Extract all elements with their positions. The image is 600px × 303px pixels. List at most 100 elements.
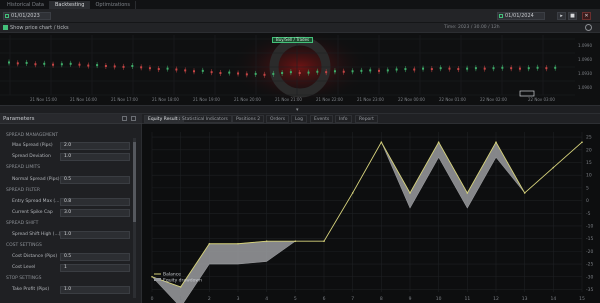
close-button[interactable]: ✕ <box>582 12 591 20</box>
price-chart[interactable]: Buy/Sell / Trades 1.0990 1.0960 1.0930 1… <box>0 29 600 105</box>
price-y-tick: 1.0900 <box>578 85 592 90</box>
price-candle <box>510 67 513 70</box>
y-tick-label: 25 <box>586 135 592 141</box>
price-candle <box>466 67 469 70</box>
y-tick-label: 15 <box>586 160 592 166</box>
tab-historical-data[interactable]: Historical Data <box>2 1 50 9</box>
parameters-panel: Parameters Spread Management Max Spread … <box>0 114 142 303</box>
x-tick-label: 7 <box>351 296 354 302</box>
balance-point <box>552 166 555 169</box>
balance-point <box>208 242 211 245</box>
equity-chart[interactable]: 0 1 2 3 4 5 6 7 8 9 10 11 12 13 14 152520151050-5-10-15… <box>142 124 600 303</box>
price-candle <box>554 66 557 69</box>
balance-point <box>179 286 182 288</box>
panel-splitter[interactable]: ▾ <box>0 105 600 114</box>
param-input[interactable]: 1 <box>60 264 130 272</box>
start-date-value: 01/01/2023 <box>11 13 40 19</box>
x-tick-label: 14 <box>550 296 556 302</box>
end-date-field[interactable]: 01/01/2024 <box>497 12 545 20</box>
price-candle <box>281 72 284 75</box>
chevron-down-icon[interactable]: ▾ <box>296 107 299 113</box>
price-x-tick: 21 Nov 20:00 <box>234 97 261 102</box>
param-input[interactable]: 0.5 <box>60 253 130 261</box>
param-input[interactable]: 1.0 <box>60 286 130 294</box>
price-candle <box>333 70 336 73</box>
start-date-field[interactable]: 01/01/2023 <box>3 12 51 20</box>
tab-events[interactable]: Events <box>310 115 334 123</box>
param-label: Current Spike Cap <box>12 210 53 215</box>
param-row: Spread Shift High (...) 1.0 <box>6 231 130 239</box>
price-candle <box>413 68 416 71</box>
play-button[interactable]: ▸ <box>557 12 566 20</box>
parameters-title: Parameters <box>3 116 35 122</box>
y-tick-label: 20 <box>586 147 592 153</box>
param-row: Spread Deviation 1.0 <box>6 153 130 161</box>
calendar-icon <box>5 14 9 18</box>
price-chart-svg <box>0 29 575 105</box>
y-tick-label: -20 <box>586 249 593 255</box>
price-candle <box>131 65 134 67</box>
section-title: Spread Filter <box>6 188 41 193</box>
settings-icon[interactable] <box>585 24 592 31</box>
price-candle <box>263 73 266 76</box>
menu-icon[interactable] <box>131 116 136 121</box>
tab-report[interactable]: Report <box>355 115 378 123</box>
balance-point <box>437 141 440 143</box>
legend-label: Equity drawdown <box>163 278 202 284</box>
param-input[interactable]: 2.0 <box>60 142 130 150</box>
price-x-tick: 21 Nov 21:00 <box>275 97 302 102</box>
price-x-tick: 21 Nov 16:00 <box>70 97 97 102</box>
price-candle <box>369 69 372 72</box>
param-label: Cost Level <box>12 265 36 270</box>
tab-orders[interactable]: Orders <box>266 115 290 123</box>
y-tick-label: -25 <box>586 262 593 268</box>
price-candle <box>386 69 389 72</box>
param-input[interactable]: 0.5 <box>60 176 130 184</box>
param-input[interactable]: 1.0 <box>60 153 130 161</box>
scrollbar-thumb[interactable] <box>133 142 136 222</box>
balance-point <box>581 141 583 143</box>
price-candle <box>430 68 433 71</box>
price-x-tick: 21 Nov 18:00 <box>152 97 179 102</box>
stop-button[interactable]: ■ <box>568 12 577 20</box>
price-candle <box>501 66 504 69</box>
tab-info[interactable]: Info <box>335 115 352 123</box>
price-candle <box>527 67 530 70</box>
param-label: Spread Deviation <box>12 154 51 159</box>
section-title: Spread Management <box>6 133 59 138</box>
y-tick-label: 5 <box>586 185 589 191</box>
show-chart-checkbox[interactable] <box>3 25 8 30</box>
legend-swatch-equity <box>154 278 161 281</box>
tab-positions[interactable]: Positions 2 <box>232 115 265 123</box>
parameters-header: Parameters <box>0 114 142 124</box>
parameters-scrollbar[interactable] <box>133 138 136 298</box>
param-input[interactable]: 0.8 <box>60 198 130 206</box>
balance-point <box>409 192 411 194</box>
equity-area <box>151 141 583 303</box>
price-candle <box>448 67 451 70</box>
price-x-tick: 22 Nov 01:00 <box>439 97 466 102</box>
tab-optimizations[interactable]: Optimizations <box>90 1 137 9</box>
save-icon[interactable] <box>122 116 127 121</box>
price-candle <box>342 70 345 73</box>
price-candle <box>148 67 151 70</box>
price-candle <box>78 63 81 66</box>
price-x-tick: 21 Nov 17:00 <box>111 97 138 102</box>
param-label: Take Profit (Pips) <box>12 287 50 292</box>
price-candle <box>492 67 495 70</box>
tab-log[interactable]: Log <box>291 115 308 123</box>
x-tick-label: 3 <box>237 296 240 302</box>
param-input[interactable]: 1.0 <box>60 231 130 239</box>
param-input[interactable]: 3.0 <box>60 209 130 217</box>
price-y-tick: 1.0990 <box>578 43 592 48</box>
tab-backtesting[interactable]: Backtesting <box>49 1 91 9</box>
param-label: Max Spread (Pips) <box>12 143 53 148</box>
y-tick-label: -5 <box>586 211 591 217</box>
tab-statistical-indicators[interactable]: Statistical Indicators <box>178 115 232 123</box>
price-candle <box>545 67 548 70</box>
price-candle <box>219 72 222 75</box>
price-x-tick: 22 Nov 00:00 <box>398 97 425 102</box>
price-candle <box>52 63 55 66</box>
show-chart-label: Show price chart / ticks <box>10 25 69 31</box>
price-x-tick: 21 Nov 23:00 <box>357 97 384 102</box>
